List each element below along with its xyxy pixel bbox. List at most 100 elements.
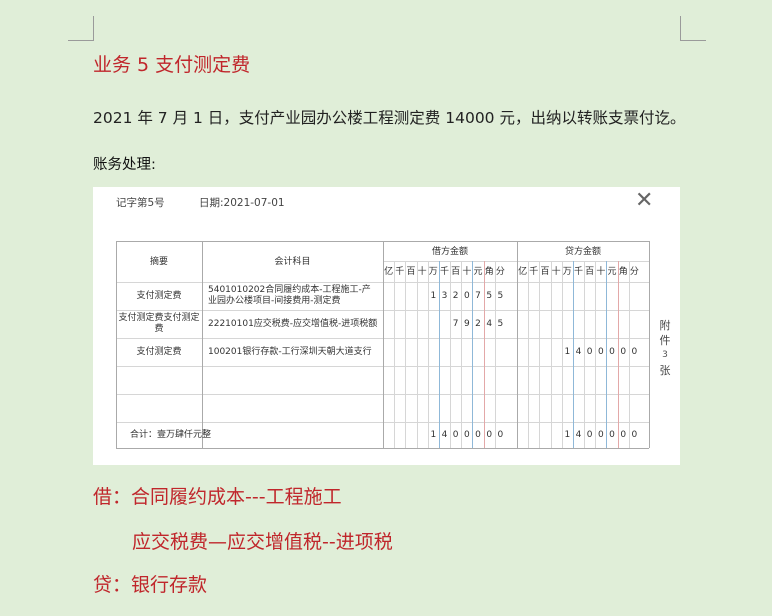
column-line bbox=[202, 241, 203, 448]
transaction-description: 2021 年 7 月 1 日，支付产业园办公楼工程测定费 14000 元，出纳以… bbox=[93, 109, 686, 127]
unit-label: 十 bbox=[551, 267, 561, 277]
total-debit-digit: 0 bbox=[486, 430, 493, 440]
unit-label: 百 bbox=[585, 267, 595, 277]
header-summary: 摘要 bbox=[149, 257, 168, 267]
column-line bbox=[649, 241, 650, 448]
credit-digit: 0 bbox=[620, 347, 627, 357]
digit-column-line bbox=[539, 261, 540, 448]
row-account: 22210101应交税费-应交增值税-进项税额 bbox=[208, 318, 378, 329]
attachment-count: 附 件 3 张 bbox=[659, 319, 671, 377]
total-credit-digit: 0 bbox=[631, 430, 638, 440]
digit-column-line bbox=[428, 261, 429, 448]
subheading: 账务处理: bbox=[93, 157, 156, 173]
digit-column-line bbox=[417, 261, 418, 448]
row-line bbox=[116, 448, 649, 449]
unit-label: 亿 bbox=[518, 267, 528, 277]
unit-label: 万 bbox=[428, 267, 438, 277]
digit-column-line bbox=[394, 261, 395, 448]
row-summary: 支付测定费 bbox=[136, 346, 182, 357]
row-summary: 支付测定费 bbox=[136, 290, 182, 301]
unit-label: 千 bbox=[395, 267, 405, 277]
total-credit-digit: 4 bbox=[575, 430, 582, 440]
total-debit-digit: 0 bbox=[497, 430, 504, 440]
credit-digit: 0 bbox=[609, 347, 615, 357]
digit-column-line bbox=[495, 261, 496, 448]
credit-digit: 1 bbox=[564, 347, 571, 357]
header-credit: 贷方金额 bbox=[564, 247, 601, 257]
unit-label: 千 bbox=[439, 267, 449, 277]
row-summary: 支付测定费支付测定费 bbox=[118, 313, 200, 334]
digit-column-line bbox=[472, 261, 473, 448]
debit-digit: 2 bbox=[452, 291, 459, 301]
debit-digit: 5 bbox=[486, 291, 493, 301]
unit-label: 十 bbox=[417, 267, 427, 277]
debit-digit: 2 bbox=[475, 319, 481, 329]
unit-label: 百 bbox=[540, 267, 550, 277]
total-credit-digit: 0 bbox=[597, 430, 604, 440]
voucher-image: 记字第5号 日期:2021-07-01 ✕ 摘要 会计科目 借方金额 贷方金额亿千百十… bbox=[93, 187, 680, 465]
digit-column-line bbox=[450, 261, 451, 448]
debit-digit: 5 bbox=[497, 319, 504, 329]
total-credit-digit: 0 bbox=[609, 430, 615, 440]
unit-label: 分 bbox=[495, 267, 505, 277]
total-debit-digit: 0 bbox=[452, 430, 459, 440]
header-debit: 借方金额 bbox=[431, 247, 468, 257]
header-account: 会计科目 bbox=[274, 257, 311, 267]
unit-label: 角 bbox=[484, 267, 494, 277]
voucher-date: 日期:2021-07-01 bbox=[199, 197, 285, 209]
digit-column-line bbox=[551, 261, 552, 448]
digit-column-line bbox=[405, 261, 406, 448]
digit-column-line bbox=[528, 261, 529, 448]
debit-digit: 0 bbox=[463, 291, 470, 301]
debit-digit: 7 bbox=[475, 291, 481, 301]
digit-column-line bbox=[439, 261, 440, 448]
debit-digit: 3 bbox=[441, 291, 448, 301]
unit-label: 千 bbox=[529, 267, 539, 277]
header-split-line bbox=[383, 261, 649, 262]
section-heading: 业务 5 支付测定费 bbox=[93, 54, 251, 76]
row-account: 100201银行存款-工行深圳天朝大道支行 bbox=[208, 346, 372, 357]
total-debit-digit: 0 bbox=[463, 430, 470, 440]
row-account: 5401010202合同履约成本-工程施工-产业园办公楼项目-间接费用-测定费 bbox=[208, 285, 371, 306]
debit-digit: 7 bbox=[452, 319, 459, 329]
unit-label: 百 bbox=[451, 267, 461, 277]
total-credit-digit: 0 bbox=[586, 430, 593, 440]
total-credit-digit: 0 bbox=[620, 430, 627, 440]
credit-digit: 0 bbox=[631, 347, 638, 357]
debit-digit: 4 bbox=[486, 319, 493, 329]
entry-debit-1: 借：合同履约成本---工程施工 bbox=[93, 486, 342, 508]
total-label: 合计：壹万肆仟元整 bbox=[130, 430, 212, 440]
unit-label: 元 bbox=[607, 267, 617, 277]
debit-digit: 1 bbox=[430, 291, 437, 301]
digit-column-line bbox=[484, 261, 485, 448]
column-line bbox=[116, 241, 117, 448]
total-debit-digit: 4 bbox=[441, 430, 448, 440]
credit-digit: 0 bbox=[586, 347, 593, 357]
unit-label: 十 bbox=[596, 267, 606, 277]
unit-label: 千 bbox=[573, 267, 583, 277]
debit-digit: 5 bbox=[497, 291, 504, 301]
total-debit-digit: 1 bbox=[430, 430, 437, 440]
crop-mark bbox=[93, 16, 94, 41]
crop-mark bbox=[680, 16, 681, 41]
total-debit-digit: 0 bbox=[475, 430, 481, 440]
total-credit-digit: 1 bbox=[564, 430, 571, 440]
unit-label: 角 bbox=[618, 267, 628, 277]
crop-mark bbox=[681, 40, 706, 41]
credit-digit: 0 bbox=[597, 347, 604, 357]
unit-label: 万 bbox=[562, 267, 572, 277]
voucher-table: 摘要 会计科目 借方金额 贷方金额亿千百十万千百十元角分亿千百十万千百十元角分支付测定… bbox=[116, 241, 650, 449]
unit-label: 十 bbox=[462, 267, 472, 277]
digit-column-line bbox=[461, 261, 462, 448]
close-icon[interactable]: ✕ bbox=[635, 189, 653, 213]
entry-debit-2: 应交税费—应交增值税--进项税 bbox=[132, 531, 393, 553]
credit-digit: 4 bbox=[575, 347, 582, 357]
unit-label: 百 bbox=[406, 267, 416, 277]
unit-label: 亿 bbox=[384, 267, 394, 277]
entry-credit-1: 贷：银行存款 bbox=[93, 574, 208, 596]
voucher-number: 记字第5号 bbox=[116, 197, 165, 209]
unit-label: 分 bbox=[629, 267, 639, 277]
unit-label: 元 bbox=[473, 267, 483, 277]
crop-mark bbox=[68, 40, 93, 41]
debit-digit: 9 bbox=[463, 319, 470, 329]
